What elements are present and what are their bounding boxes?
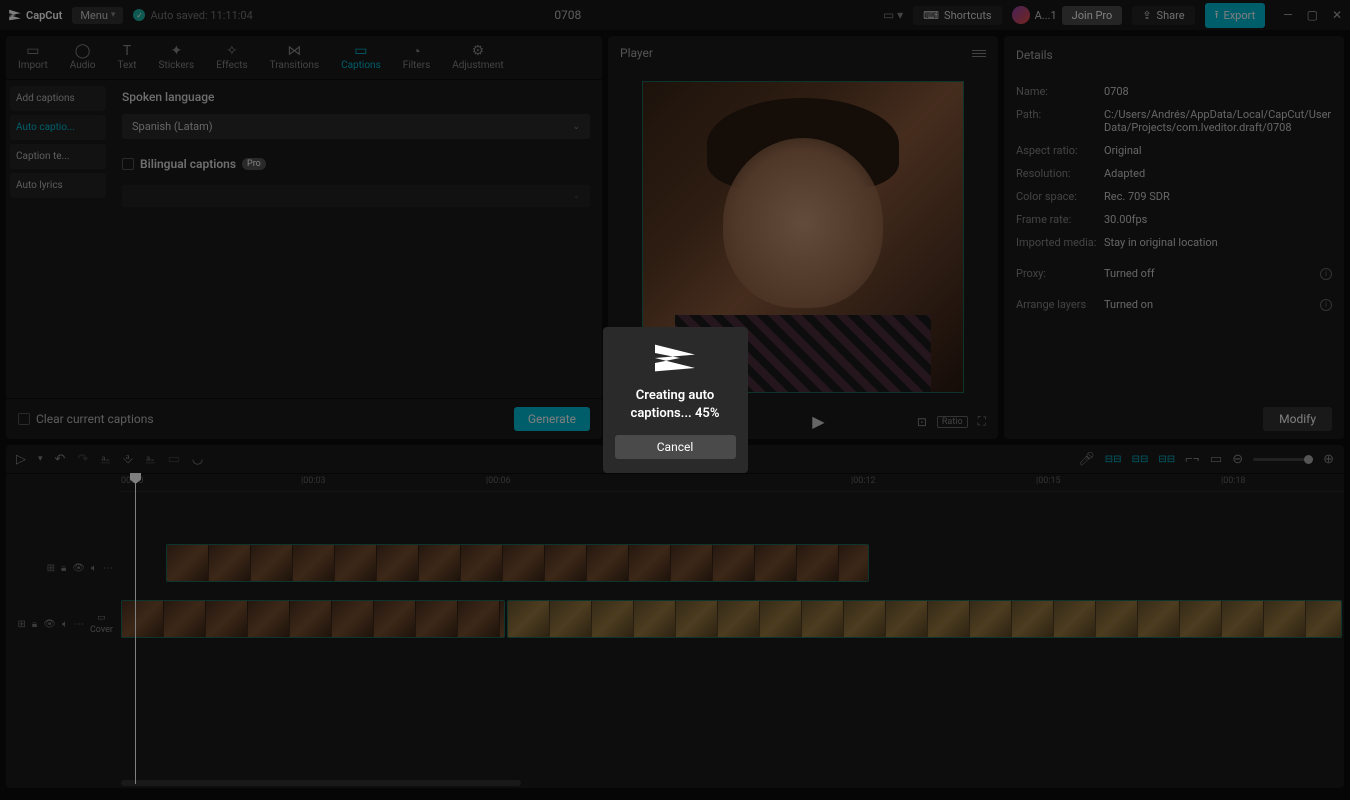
modal-message: Creating auto captions... 45% xyxy=(615,387,736,423)
cancel-button[interactable]: Cancel xyxy=(615,435,736,459)
progress-modal: Creating auto captions... 45% Cancel xyxy=(603,327,748,473)
modal-overlay: Creating auto captions... 45% Cancel xyxy=(0,0,1350,800)
capcut-logo-icon xyxy=(650,343,700,373)
